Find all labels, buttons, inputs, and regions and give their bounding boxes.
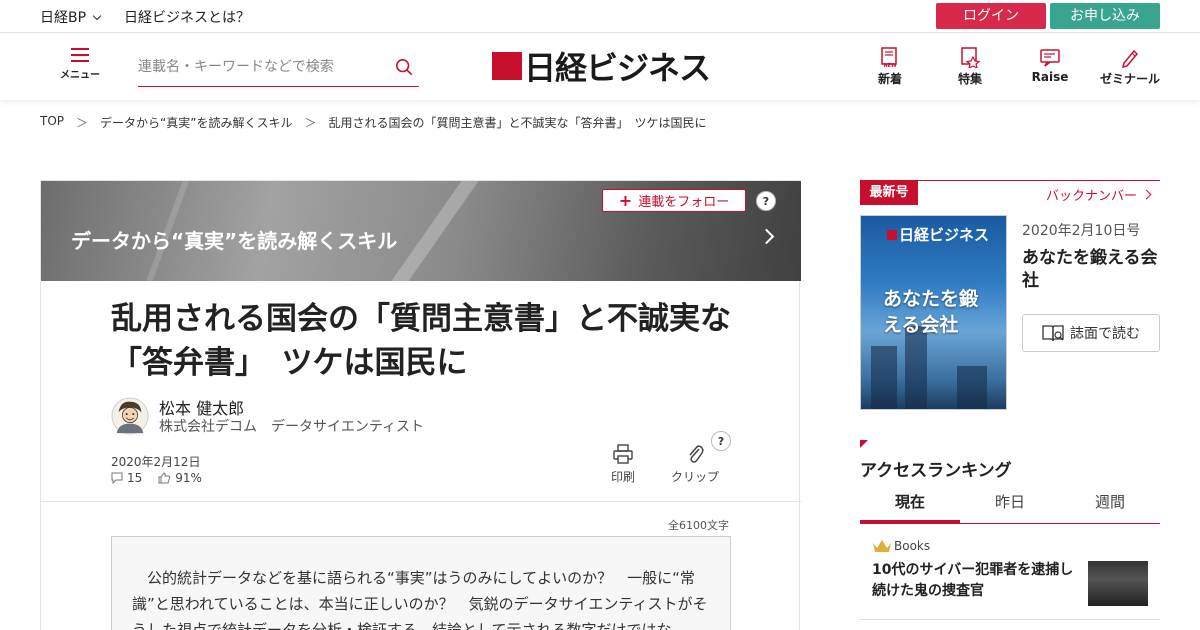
new-icon: NEW [881,47,897,68]
chevron-right-icon [758,228,775,245]
pen-icon [1121,49,1139,68]
apply-button[interactable]: お申し込み [1050,3,1160,29]
like-rate[interactable]: 91% [158,471,202,485]
character-count: 全6100文字 [668,519,729,532]
print-button[interactable]: 印刷 [611,443,635,485]
ranking-category-label: Books [894,539,931,553]
paperclip-icon [689,445,704,463]
printer-icon [613,444,633,464]
breadcrumb: TOP ＞ データから“真実”を読み解くスキル ＞ 乱用される国会の「質問主意書… [40,114,707,131]
site-logo[interactable]: 日経ビジネス [492,48,711,87]
search-icon[interactable] [395,58,413,76]
cover-building [871,346,897,409]
utility-links: 日経BP 日経ビジネスとは？ [40,7,250,27]
nav-new[interactable]: NEW 新着 [850,46,930,87]
cover-title: あなたを鍛える会社 [883,288,979,336]
clip-label: クリップ [671,470,720,484]
about-link[interactable]: 日経ビジネスとは？ [124,7,250,27]
svg-text:NEW: NEW [883,63,897,68]
breadcrumb-current: 乱用される国会の「質問主意書」と不誠実な「答弁書」 ツケは国民に [328,116,707,130]
tab-now[interactable]: 現在 [860,486,960,523]
ranking-thumbnail[interactable] [1088,561,1148,606]
comment-count[interactable]: 15 [111,471,142,485]
follow-label: 連載をフォロー [638,195,730,210]
ranking-tabs: 現在 昨日 週間 [860,486,1160,524]
login-button[interactable]: ログイン [936,3,1046,29]
backnumber-label: バックナンバー [1046,189,1138,204]
site-header: メニュー 日経ビジネス NEW 新着 特集 [0,34,1200,100]
logo-mark-icon [492,52,522,80]
comment-count-value: 15 [127,471,143,485]
ranking-marker [860,440,868,448]
follow-series-button[interactable]: + 連載をフォロー [602,189,746,212]
thumbs-up-icon [158,472,171,484]
cover-logo: 日経ビジネス [887,224,989,245]
author-avatar[interactable] [111,397,149,435]
breadcrumb-separator: ＞ [304,116,317,130]
tab-yesterday[interactable]: 昨日 [960,486,1060,523]
breadcrumb-separator: ＞ [76,116,89,130]
read-label: 誌面で読む [1070,326,1140,342]
series-title: データから“真実”を読み解くスキル [71,229,398,253]
nikkei-bp-dropdown[interactable]: 日経BP [40,7,102,27]
magazine-cover[interactable]: 日経ビジネス あなたを鍛える会社 [860,215,1007,410]
menu-label: メニュー [60,70,100,81]
print-label: 印刷 [611,470,636,484]
breadcrumb-top[interactable]: TOP [40,114,64,131]
nav-seminar[interactable]: ゼミナール [1090,46,1170,87]
nikkei-bp-label: 日経BP [40,10,87,26]
article-card: データから“真実”を読み解くスキル + 連載をフォロー ? 乱用される国会の「質… [40,180,801,630]
breadcrumb-series[interactable]: データから“真実”を読み解くスキル [100,114,292,131]
logo-mark-icon [887,229,897,240]
nav-raise-label: Raise [1031,70,1069,84]
series-banner[interactable]: データから“真実”を読み解くスキル + 連載をフォロー ? [41,181,801,281]
chevron-down-icon [92,11,102,20]
article-stats: 15 91% [111,471,202,485]
divider [41,501,801,502]
header-nav: NEW 新着 特集 Raise ゼミナール [850,46,1170,87]
issue-title[interactable]: あなたを鍛える会社 [1022,247,1162,293]
backnumber-link[interactable]: バックナンバー [1046,185,1152,204]
cover-building [957,366,987,409]
nav-new-label: 新着 [877,72,902,86]
menu-button[interactable]: メニュー [58,48,102,81]
open-book-icon [1042,325,1064,342]
read-in-magazine-button[interactable]: 誌面で読む [1022,314,1160,352]
author-organization: 株式会社デコム データサイエンティスト [159,419,425,435]
hamburger-icon [71,48,89,62]
nav-feature-label: 特集 [957,72,982,86]
ranking-item[interactable]: Books 10代のサイバー犯罪者を逮捕し続けた鬼の捜査官 [860,530,1160,620]
crown-icon [873,540,891,552]
feature-icon [961,47,981,68]
clip-help-icon[interactable]: ? [711,431,731,451]
issue-date: 2020年2月10日号 [1022,223,1141,239]
cover-building [905,326,927,409]
nav-raise[interactable]: Raise [1010,46,1090,87]
nav-feature[interactable]: 特集 [930,46,1010,87]
utility-bar: 日経BP 日経ビジネスとは？ ログイン お申し込み [0,0,1200,33]
article-lead: 公的統計データなどを基に語られる“事実”はうのみにしてよいのか？ 一般に“常識”… [111,536,731,630]
chevron-right-icon [1141,189,1152,200]
cover-logo-text: 日経ビジネス [899,226,990,244]
comment-icon [111,472,123,484]
publish-date: 2020年2月12日 [111,455,201,469]
raise-icon [1040,49,1060,67]
ranking-category: Books [872,538,930,554]
ranking-title: アクセスランキング [860,461,1012,481]
clip-button[interactable]: クリップ [671,443,719,485]
search-input[interactable] [138,50,378,84]
logo-text: 日経ビジネス [524,49,711,87]
nav-seminar-label: ゼミナール [1099,72,1160,86]
like-rate-value: 91% [175,471,202,485]
tab-weekly[interactable]: 週間 [1060,486,1160,523]
follow-help-icon[interactable]: ? [756,191,776,211]
ranking-headline[interactable]: 10代のサイバー犯罪者を逮捕し続けた鬼の捜査官 [872,560,1077,602]
plus-icon: + [618,190,633,210]
search-box [138,50,419,87]
latest-issue-tag: 最新号 [860,181,918,205]
article-headline: 乱用される国会の「質問主意書」と不誠実な「答弁書」 ツケは国民に [111,301,731,381]
